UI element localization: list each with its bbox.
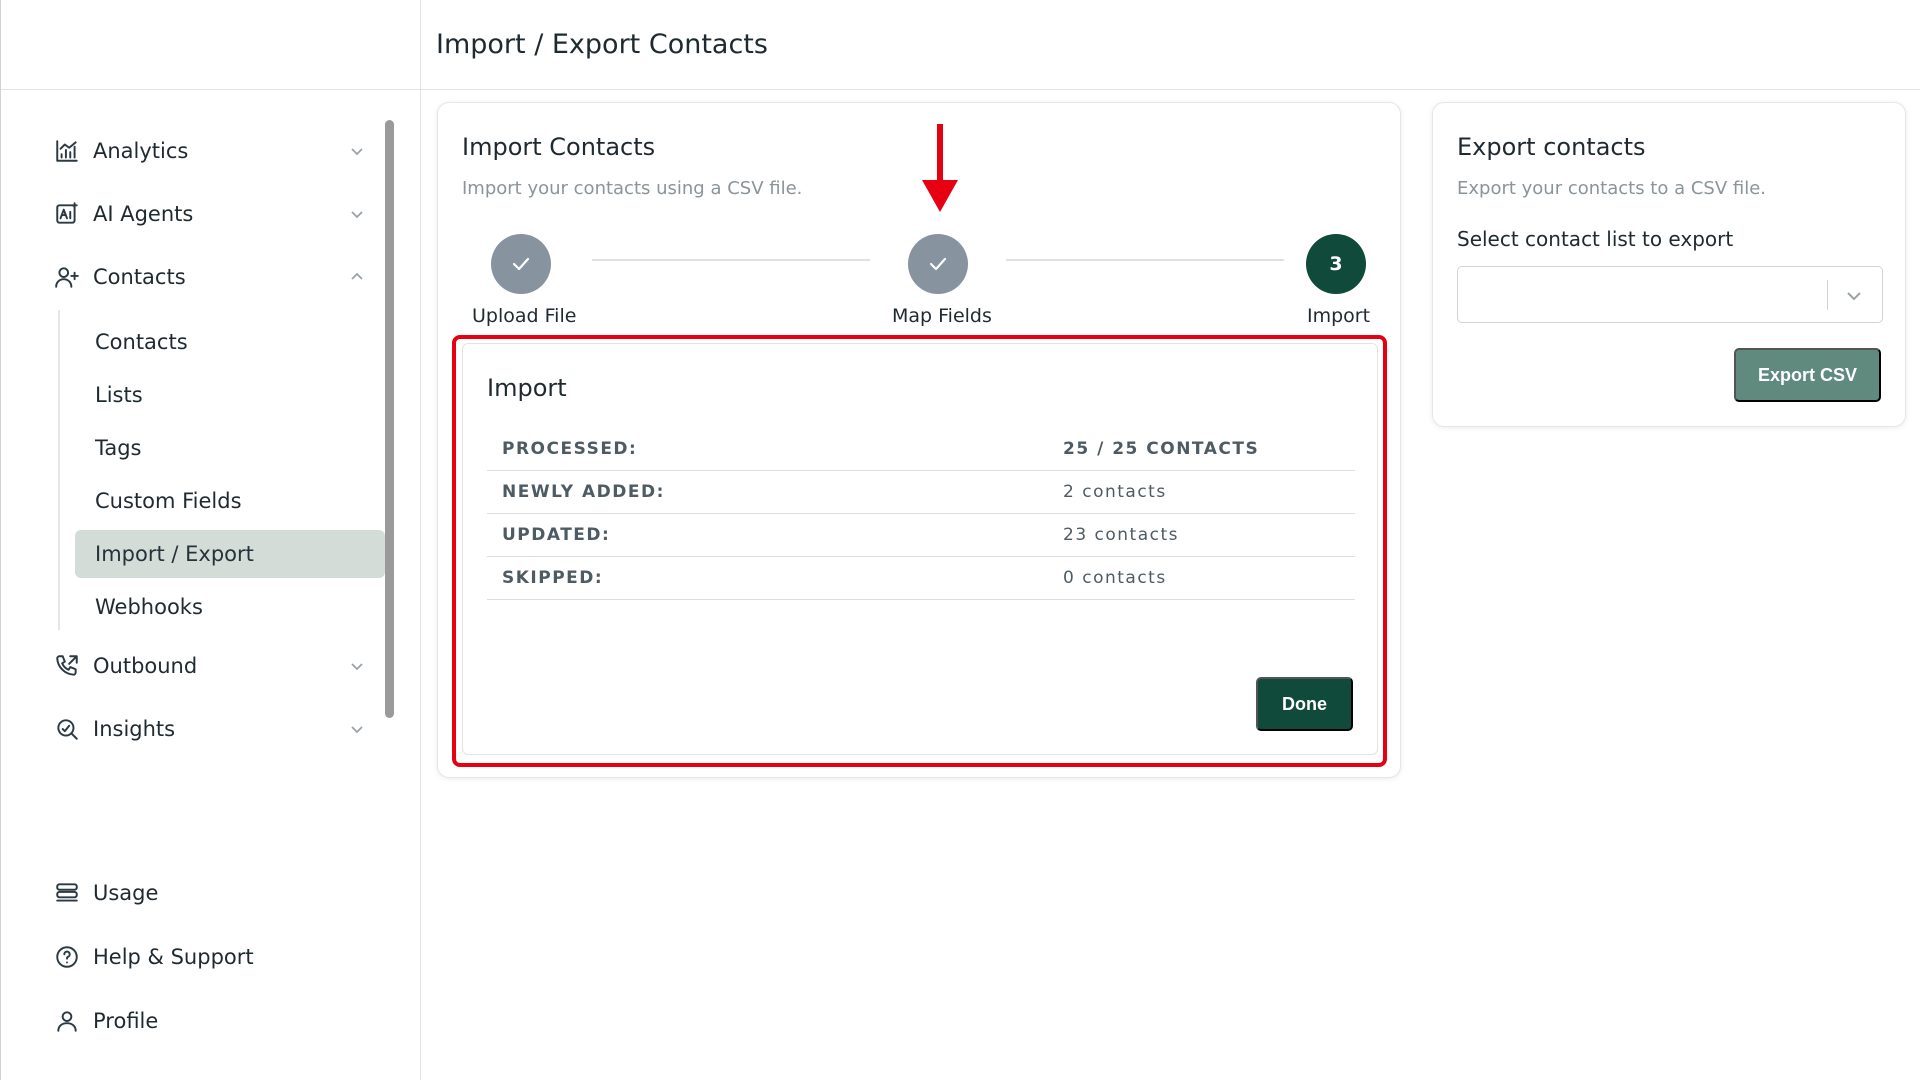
ai-agents-icon (53, 200, 81, 228)
import-stats-table: PROCESSED: 25 / 25 CONTACTS NEWLY ADDED:… (487, 428, 1355, 600)
page-title: Import / Export Contacts (436, 29, 768, 60)
sidebar-item-label: Usage (93, 881, 159, 905)
export-card-title: Export contacts (1457, 133, 1646, 161)
step-upload-file[interactable] (491, 234, 551, 294)
analytics-icon (53, 137, 81, 165)
sidebar-item-ai-agents[interactable]: AI Agents (53, 194, 373, 234)
sidebar-item-profile[interactable]: Profile (53, 1001, 373, 1041)
usage-icon (53, 879, 81, 907)
step-connector (1006, 259, 1284, 261)
stat-value: 23 contacts (1063, 525, 1180, 545)
stat-value: 2 contacts (1063, 482, 1167, 502)
stat-key: PROCESSED: (502, 439, 638, 459)
sidebar-item-analytics[interactable]: Analytics (53, 131, 373, 171)
import-result-panel: Import PROCESSED: 25 / 25 CONTACTS NEWLY… (462, 343, 1378, 755)
step-map-fields[interactable] (908, 234, 968, 294)
sidebar-item-help[interactable]: Help & Support (53, 937, 373, 977)
chevron-up-icon (349, 269, 365, 285)
sidebar-item-outbound[interactable]: Outbound (53, 646, 373, 686)
export-list-label: Select contact list to export (1457, 227, 1734, 251)
done-button[interactable]: Done (1256, 677, 1353, 731)
red-arrow-icon (922, 124, 958, 212)
stat-value: 0 contacts (1063, 568, 1167, 588)
sidebar-item-label: Help & Support (93, 945, 254, 969)
sidebar: Analytics AI Agents Contacts Contacts Li… (0, 0, 421, 1080)
chevron-down-icon (349, 721, 365, 737)
sidebar-subitem-custom-fields[interactable]: Custom Fields (75, 477, 385, 525)
sidebar-subitem-lists[interactable]: Lists (75, 371, 385, 419)
check-icon (512, 257, 530, 271)
sidebar-item-usage[interactable]: Usage (53, 873, 373, 913)
chevron-down-icon (349, 658, 365, 674)
step-connector (592, 259, 870, 261)
stat-key: SKIPPED: (502, 568, 604, 588)
sidebar-scrollbar[interactable] (385, 120, 394, 718)
profile-icon (53, 1007, 81, 1035)
sidebar-subitem-tags[interactable]: Tags (75, 424, 385, 472)
insights-icon (53, 715, 81, 743)
step-label-import: Import (1307, 305, 1371, 327)
contact-list-select[interactable] (1457, 266, 1883, 323)
sidebar-item-label: Outbound (93, 654, 198, 678)
sidebar-item-contacts[interactable]: Contacts (53, 257, 373, 297)
stat-row-newly-added: NEWLY ADDED: 2 contacts (487, 471, 1355, 514)
page-header: Import / Export Contacts (421, 0, 1920, 90)
stat-key: NEWLY ADDED: (502, 482, 665, 502)
chevron-down-icon[interactable] (1844, 286, 1864, 306)
phone-outgoing-icon (53, 652, 81, 680)
sidebar-item-label: Profile (93, 1009, 159, 1033)
step-label-map-fields: Map Fields (892, 305, 992, 327)
step-label-upload-file: Upload File (472, 305, 577, 327)
import-panel-title: Import (487, 374, 567, 402)
sidebar-item-label: AI Agents (93, 202, 194, 226)
stat-row-skipped: SKIPPED: 0 contacts (487, 557, 1355, 600)
export-csv-button[interactable]: Export CSV (1734, 348, 1881, 402)
submenu-divider (58, 310, 60, 630)
help-icon (53, 943, 81, 971)
sidebar-subitem-contacts[interactable]: Contacts (75, 318, 385, 366)
sidebar-item-label: Analytics (93, 139, 189, 163)
export-card-subtitle: Export your contacts to a CSV file. (1457, 178, 1767, 199)
stat-value: 25 / 25 CONTACTS (1063, 439, 1260, 459)
sidebar-item-label: Contacts (93, 265, 186, 289)
sidebar-subitem-webhooks[interactable]: Webhooks (75, 583, 385, 631)
import-card-title: Import Contacts (462, 133, 656, 161)
sidebar-item-label: Insights (93, 717, 176, 741)
step-import[interactable]: 3 (1306, 234, 1366, 294)
select-separator (1827, 280, 1828, 310)
sidebar-item-insights[interactable]: Insights (53, 709, 373, 749)
sidebar-brand-area (1, 0, 420, 90)
stat-key: UPDATED: (502, 525, 611, 545)
user-plus-icon (53, 263, 81, 291)
export-contacts-card: Export contacts Export your contacts to … (1432, 102, 1906, 427)
sidebar-subitem-import-export[interactable]: Import / Export (75, 530, 385, 578)
import-card-subtitle: Import your contacts using a CSV file. (462, 178, 803, 199)
stat-row-updated: UPDATED: 23 contacts (487, 514, 1355, 557)
chevron-down-icon (349, 206, 365, 222)
check-icon (929, 257, 947, 271)
stat-row-processed: PROCESSED: 25 / 25 CONTACTS (487, 428, 1355, 471)
chevron-down-icon (349, 143, 365, 159)
